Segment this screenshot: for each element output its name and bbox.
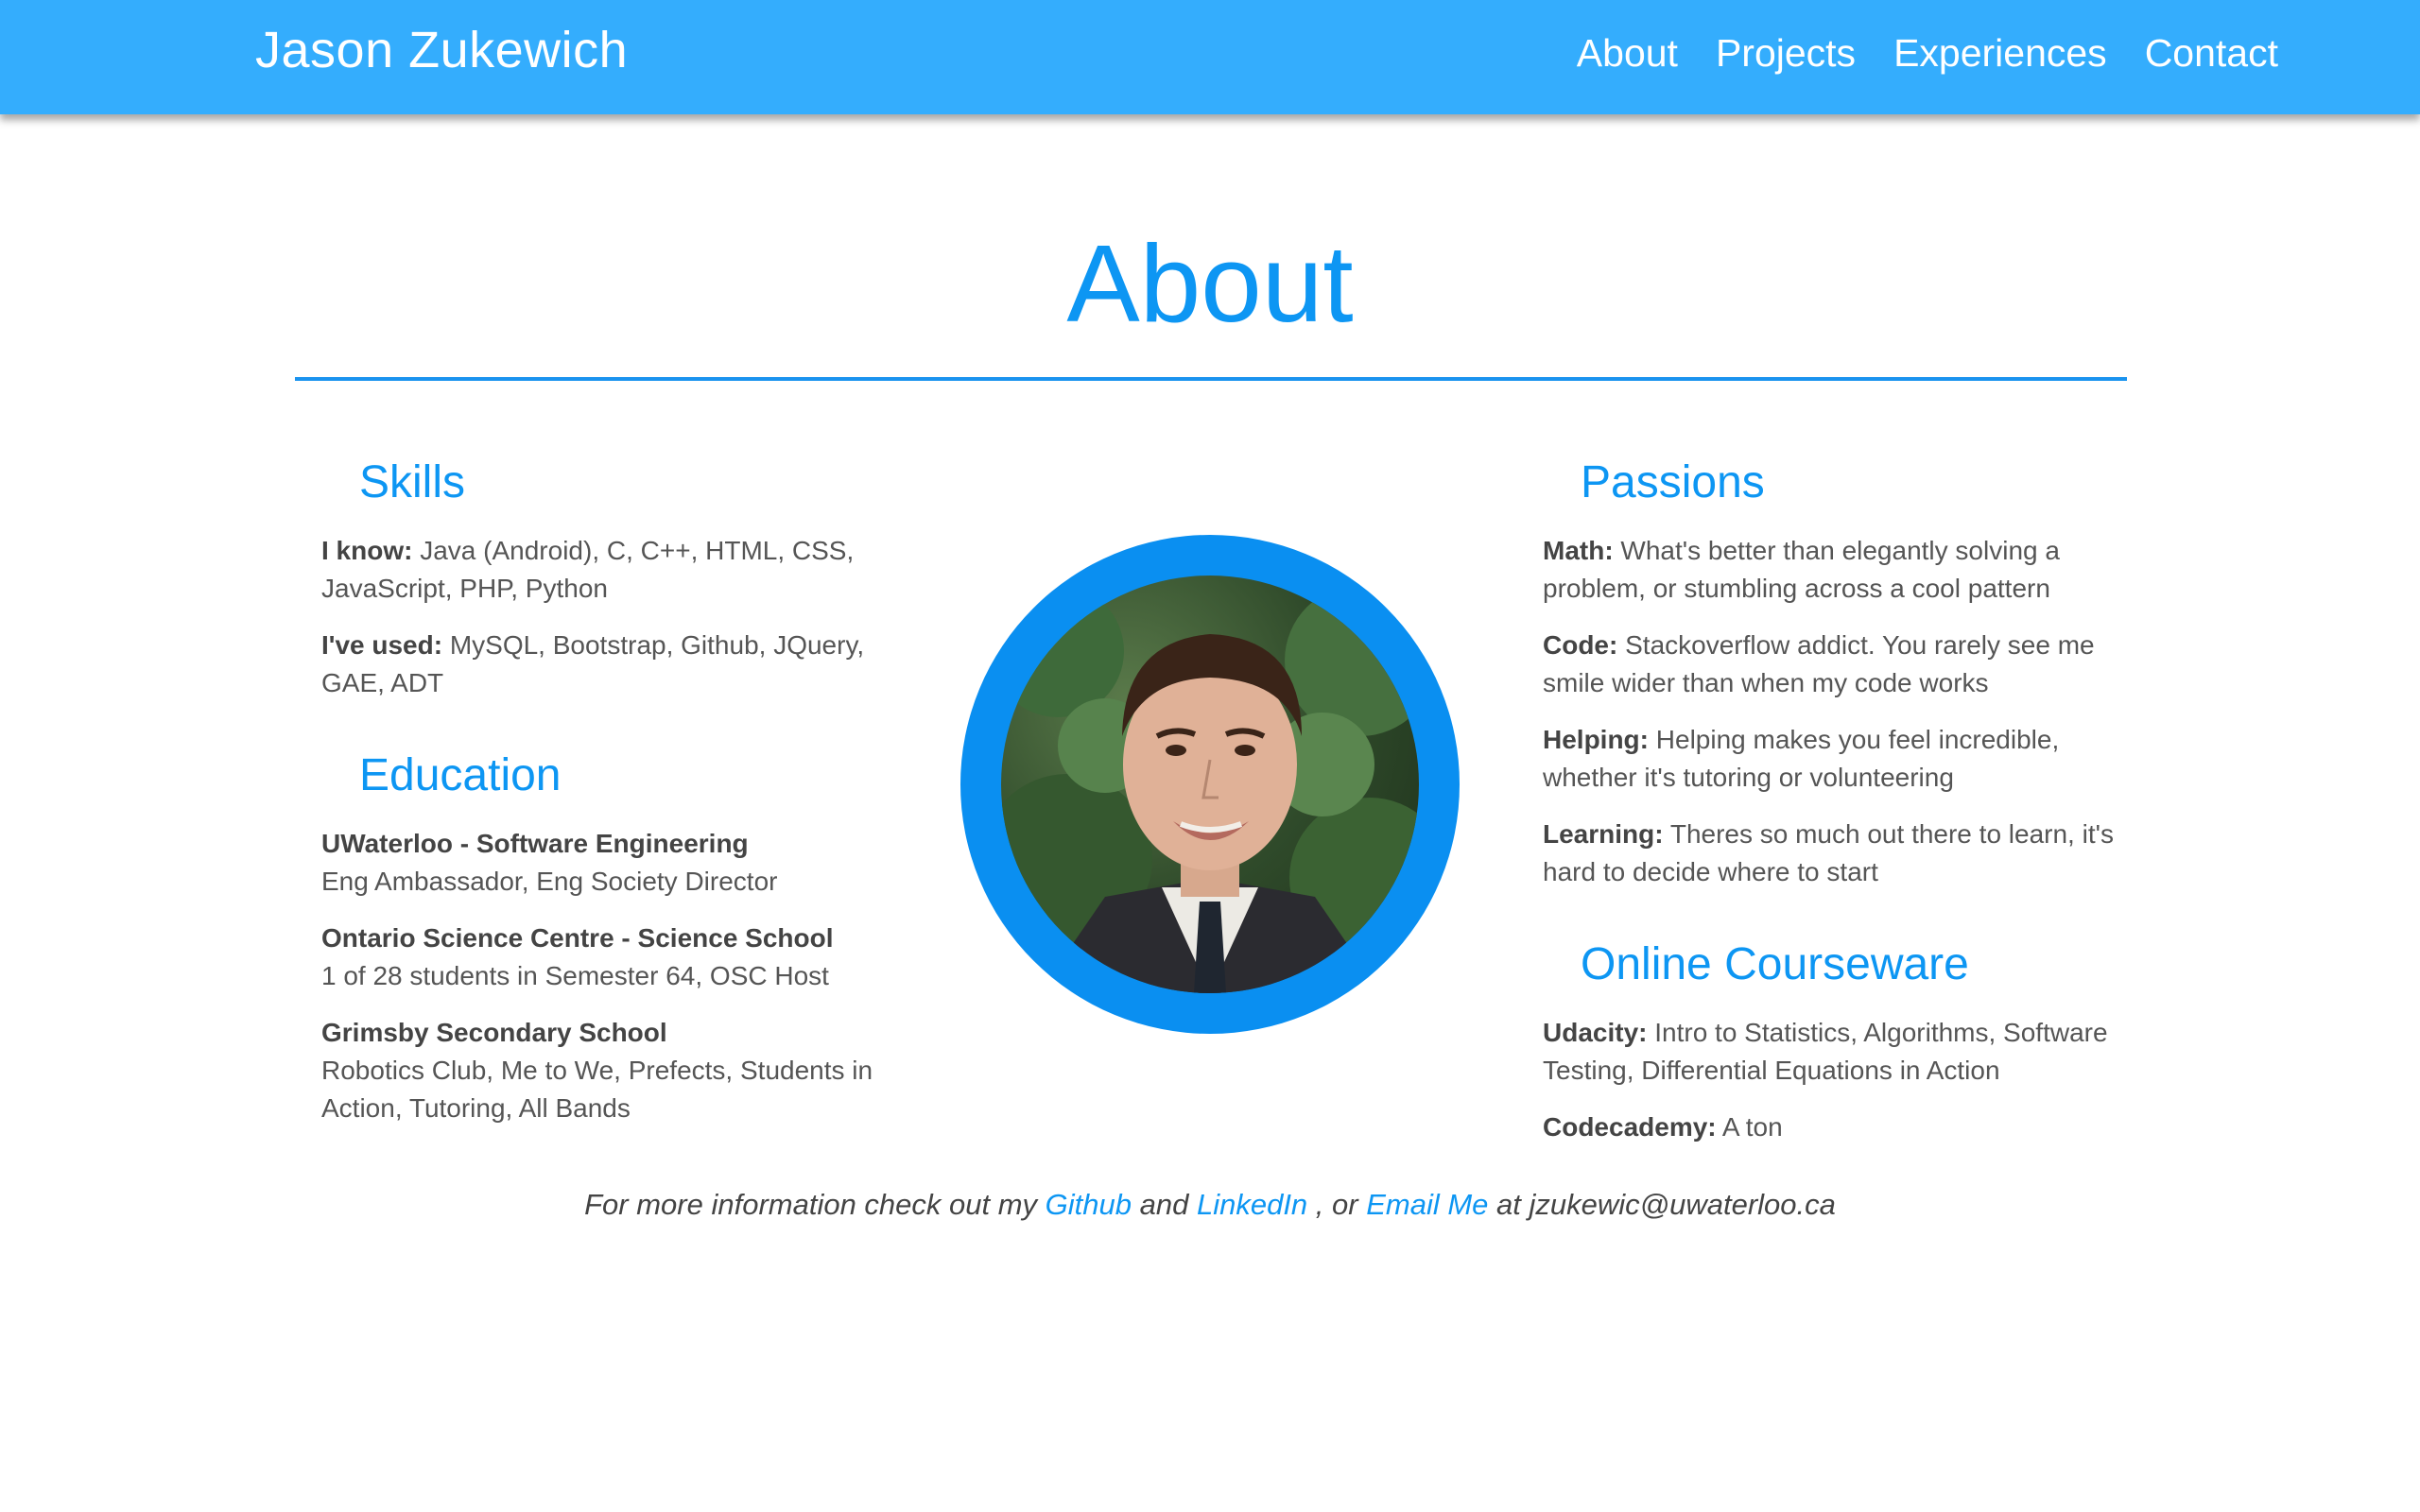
passions-item: Helping: Helping makes you feel incredib… [1543,721,2129,797]
education-detail: 1 of 28 students in Semester 64, OSC Hos… [321,961,829,990]
courseware-heading: Online Courseware [1581,939,1969,989]
passions-heading: Passions [1581,457,1765,507]
education-detail: Eng Ambassador, Eng Society Director [321,867,778,896]
passions-label: Learning: [1543,819,1664,849]
education-item: Ontario Science Centre - Science School 1… [321,919,889,995]
profile-photo-icon [1001,585,1419,993]
brand-link[interactable]: Jason Zukewich [255,21,628,79]
passions-text: What's better than elegantly solving a p… [1543,536,2060,603]
education-school: Ontario Science Centre - Science School [321,923,834,953]
title-divider [295,377,2127,381]
footer-or: , or [1307,1188,1367,1221]
passions-label: Math: [1543,536,1614,565]
skills-item: I know: Java (Android), C, C++, HTML, CS… [321,532,889,608]
education-item: UWaterloo - Software Engineering Eng Amba… [321,825,889,901]
nav-links: About Projects Experiences Contact [1577,31,2278,76]
footer-info: For more information check out my Github… [0,1188,2420,1222]
profile-photo [1001,576,1419,993]
nav-experiences[interactable]: Experiences [1893,31,2107,76]
nav-projects[interactable]: Projects [1716,31,1856,76]
navbar: Jason Zukewich About Projects Experience… [0,0,2420,114]
courseware-text: A ton [1716,1112,1783,1142]
right-column: Passions Math: What's better than elegan… [1543,449,2129,1165]
email-link[interactable]: Email Me [1366,1188,1488,1221]
footer-prefix: For more information check out my [584,1188,1046,1221]
profile-photo-ring [960,535,1460,1034]
passions-label: Code: [1543,630,1618,660]
courseware-item: Udacity: Intro to Statistics, Algorithms… [1543,1014,2129,1090]
education-item: Grimsby Secondary School Robotics Club, M… [321,1014,889,1127]
nav-about[interactable]: About [1577,31,1678,76]
education-heading: Education [359,750,562,800]
education-school: UWaterloo - Software Engineering [321,829,749,858]
footer-and: and [1132,1188,1197,1221]
left-column: Skills I know: Java (Android), C, C++, H… [321,449,889,1146]
passions-text: Stackoverflow addict. You rarely see me … [1543,630,2095,697]
passions-item: Code: Stackoverflow addict. You rarely s… [1543,627,2129,702]
courseware-item: Codecademy: A ton [1543,1108,2129,1146]
courseware-label: Udacity: [1543,1018,1648,1047]
passions-item: Learning: Theres so much out there to le… [1543,816,2129,891]
skills-heading: Skills [359,457,466,507]
skills-label: I've used: [321,630,443,660]
nav-contact[interactable]: Contact [2145,31,2278,76]
education-school: Grimsby Secondary School [321,1018,667,1047]
github-link[interactable]: Github [1046,1188,1132,1221]
skills-item: I've used: MySQL, Bootstrap, Github, JQu… [321,627,889,702]
passions-label: Helping: [1543,725,1649,754]
page-title: About [1066,222,1354,345]
footer-suffix: at jzukewic@uwaterloo.ca [1488,1188,1836,1221]
courseware-label: Codecademy: [1543,1112,1717,1142]
passions-item: Math: What's better than elegantly solvi… [1543,532,2129,608]
linkedin-link[interactable]: LinkedIn [1197,1188,1307,1221]
education-detail: Robotics Club, Me to We, Prefects, Stude… [321,1056,873,1123]
skills-label: I know: [321,536,413,565]
